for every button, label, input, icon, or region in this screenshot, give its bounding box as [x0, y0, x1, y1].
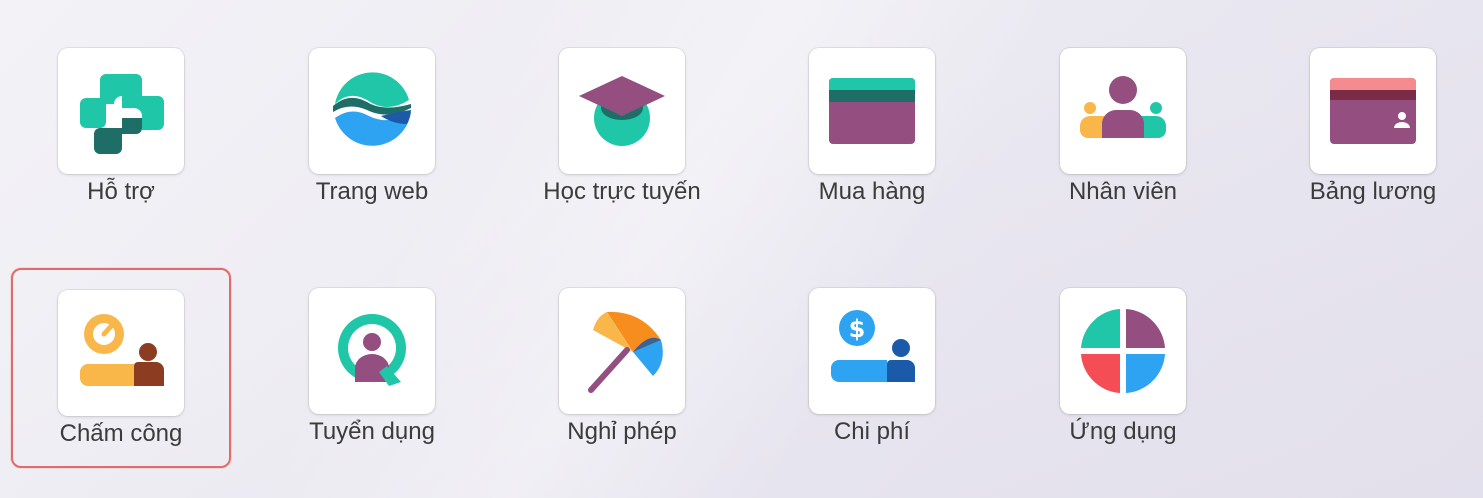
app-tile-website[interactable]: Trang web: [262, 28, 482, 228]
app-tile-attendances[interactable]: Chấm công: [11, 268, 231, 468]
app-label: Hỗ trợ: [87, 178, 155, 205]
app-label: Ứng dụng: [1069, 418, 1177, 445]
app-tile-apps[interactable]: Ứng dụng: [1013, 268, 1233, 468]
app-label: Học trực tuyến: [543, 178, 701, 205]
app-label: Trang web: [315, 178, 429, 205]
app-label: Bảng lương: [1309, 178, 1437, 205]
app-label: Chấm công: [59, 420, 183, 447]
app-tile-purchase[interactable]: Mua hàng: [762, 28, 982, 228]
app-label: Mua hàng: [818, 178, 926, 205]
app-label: Chi phí: [833, 418, 911, 445]
recruitment-icon: [309, 288, 435, 414]
purchase-icon: [809, 48, 935, 174]
apps-icon: [1060, 288, 1186, 414]
svg-text:$: $: [849, 315, 866, 343]
attendances-icon: [58, 290, 184, 416]
employees-icon: [1060, 48, 1186, 174]
elearning-icon: [559, 48, 685, 174]
helpdesk-icon: [58, 48, 184, 174]
app-label: Nhân viên: [1068, 178, 1178, 205]
app-tile-elearning[interactable]: Học trực tuyến: [512, 28, 732, 228]
expenses-icon: $: [809, 288, 935, 414]
time-off-icon: [559, 288, 685, 414]
app-tile-recruitment[interactable]: Tuyển dụng: [262, 268, 482, 468]
app-tile-helpdesk[interactable]: Hỗ trợ: [11, 28, 231, 228]
payroll-icon: [1310, 48, 1436, 174]
app-tile-payroll[interactable]: Bảng lương: [1263, 28, 1483, 228]
app-tile-time-off[interactable]: Nghỉ phép: [512, 268, 732, 468]
website-icon: [309, 48, 435, 174]
app-label: Nghỉ phép: [567, 418, 677, 445]
app-grid: Hỗ trợ Trang web Học trực tuyến Mua hàng…: [0, 0, 1483, 498]
app-tile-expenses[interactable]: $ Chi phí: [762, 268, 982, 468]
app-tile-employees[interactable]: Nhân viên: [1013, 28, 1233, 228]
app-label: Tuyển dụng: [309, 418, 435, 445]
